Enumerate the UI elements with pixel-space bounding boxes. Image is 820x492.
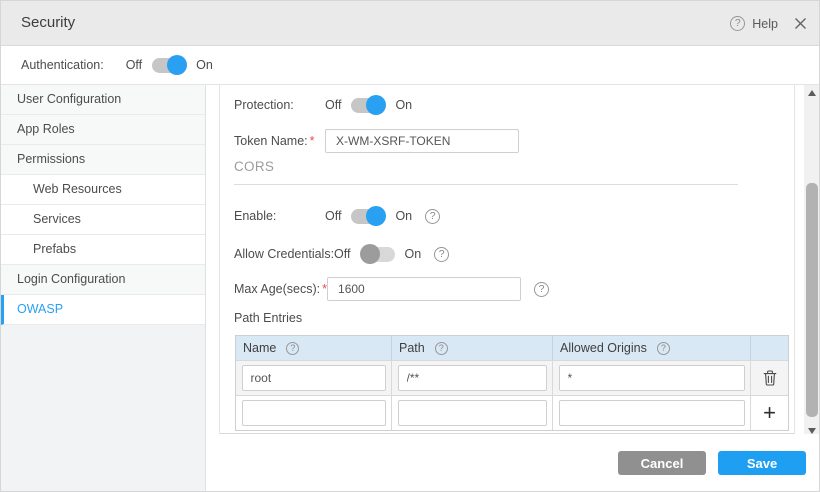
close-icon[interactable] xyxy=(794,17,807,30)
enable-toggle[interactable] xyxy=(351,209,385,224)
max-age-row: Max Age(secs):* ? xyxy=(234,277,549,301)
scrollbar-thumb[interactable] xyxy=(806,183,818,417)
help-icon[interactable]: ? xyxy=(657,342,670,355)
authentication-off-label: Off xyxy=(126,58,142,72)
dialog-header: Security ? Help xyxy=(1,1,820,46)
sidebar-item-login-configuration[interactable]: Login Configuration xyxy=(1,265,205,295)
trash-icon xyxy=(763,370,777,386)
protection-on-label: On xyxy=(395,98,412,112)
path-entries-table: Name? Path? Allowed Origins? xyxy=(235,335,789,431)
enable-on-label: On xyxy=(395,209,412,223)
column-header-path: Path? xyxy=(392,336,553,360)
path-entry-origins-input[interactable] xyxy=(559,400,745,426)
cancel-button[interactable]: Cancel xyxy=(618,451,706,475)
sidebar: User Configuration App Roles Permissions… xyxy=(1,85,206,492)
protection-row: Protection: Off On xyxy=(234,93,412,117)
add-row-button[interactable]: + xyxy=(751,396,788,430)
path-entry-origins-input[interactable] xyxy=(559,365,745,391)
dialog-footer: Cancel Save xyxy=(207,434,820,492)
sidebar-item-services[interactable]: Services xyxy=(1,205,205,235)
path-entry-name-input[interactable] xyxy=(242,400,386,426)
sidebar-item-prefabs[interactable]: Prefabs xyxy=(1,235,205,265)
max-age-label: Max Age(secs):* xyxy=(234,282,327,296)
cors-section-heading: CORS xyxy=(234,159,274,174)
table-header-row: Name? Path? Allowed Origins? xyxy=(236,336,788,360)
enable-off-label: Off xyxy=(325,209,341,223)
security-dialog: Security ? Help Authentication: Off On U… xyxy=(0,0,820,492)
path-entry-path-input[interactable] xyxy=(398,365,547,391)
table-row: + xyxy=(236,395,788,430)
path-entry-name-input[interactable] xyxy=(242,365,386,391)
sidebar-item-permissions[interactable]: Permissions xyxy=(1,145,205,175)
allow-credentials-row: Allow Credentials: Off On ? xyxy=(234,242,449,266)
token-name-input[interactable] xyxy=(325,129,519,153)
sidebar-item-owasp[interactable]: OWASP xyxy=(1,295,205,325)
column-header-name: Name? xyxy=(236,336,392,360)
table-row xyxy=(236,360,788,395)
help-icon[interactable]: ? xyxy=(730,16,745,31)
section-divider xyxy=(234,184,738,185)
page-title: Security xyxy=(21,14,75,31)
sidebar-item-app-roles[interactable]: App Roles xyxy=(1,115,205,145)
max-age-input[interactable] xyxy=(327,277,521,301)
column-header-actions xyxy=(751,336,788,360)
authentication-label: Authentication: xyxy=(21,58,104,72)
allow-credentials-on-label: On xyxy=(405,247,422,261)
authentication-bar: Authentication: Off On xyxy=(1,46,820,85)
protection-label: Protection: xyxy=(234,98,325,112)
sidebar-item-user-configuration[interactable]: User Configuration xyxy=(1,85,205,115)
authentication-toggle[interactable] xyxy=(152,58,186,73)
column-header-allowed-origins: Allowed Origins? xyxy=(553,336,751,360)
help-label[interactable]: Help xyxy=(752,17,778,31)
help-icon[interactable]: ? xyxy=(425,209,440,224)
protection-toggle[interactable] xyxy=(351,98,385,113)
help-icon[interactable]: ? xyxy=(435,342,448,355)
plus-icon: + xyxy=(763,402,776,424)
token-name-row: Token Name:* xyxy=(234,129,519,153)
required-marker: * xyxy=(310,134,315,148)
owasp-settings-panel: Protection: Off On Token Name:* CORS Ena… xyxy=(219,85,795,434)
path-entry-path-input[interactable] xyxy=(398,400,547,426)
sidebar-item-web-resources[interactable]: Web Resources xyxy=(1,175,205,205)
authentication-on-label: On xyxy=(196,58,213,72)
scroll-up-arrow-icon[interactable] xyxy=(808,90,816,96)
help-icon[interactable]: ? xyxy=(534,282,549,297)
allow-credentials-label: Allow Credentials: xyxy=(234,247,334,261)
cors-enable-row: Enable: Off On ? xyxy=(234,204,440,228)
enable-label: Enable: xyxy=(234,209,325,223)
path-entries-label: Path Entries xyxy=(234,311,302,325)
save-button[interactable]: Save xyxy=(718,451,806,475)
allow-credentials-off-label: Off xyxy=(334,247,350,261)
help-icon[interactable]: ? xyxy=(434,247,449,262)
protection-off-label: Off xyxy=(325,98,341,112)
delete-row-button[interactable] xyxy=(751,361,788,395)
content-scrollbar[interactable] xyxy=(804,85,820,439)
help-icon[interactable]: ? xyxy=(286,342,299,355)
allow-credentials-toggle[interactable] xyxy=(361,247,395,262)
token-name-label: Token Name:* xyxy=(234,134,325,148)
